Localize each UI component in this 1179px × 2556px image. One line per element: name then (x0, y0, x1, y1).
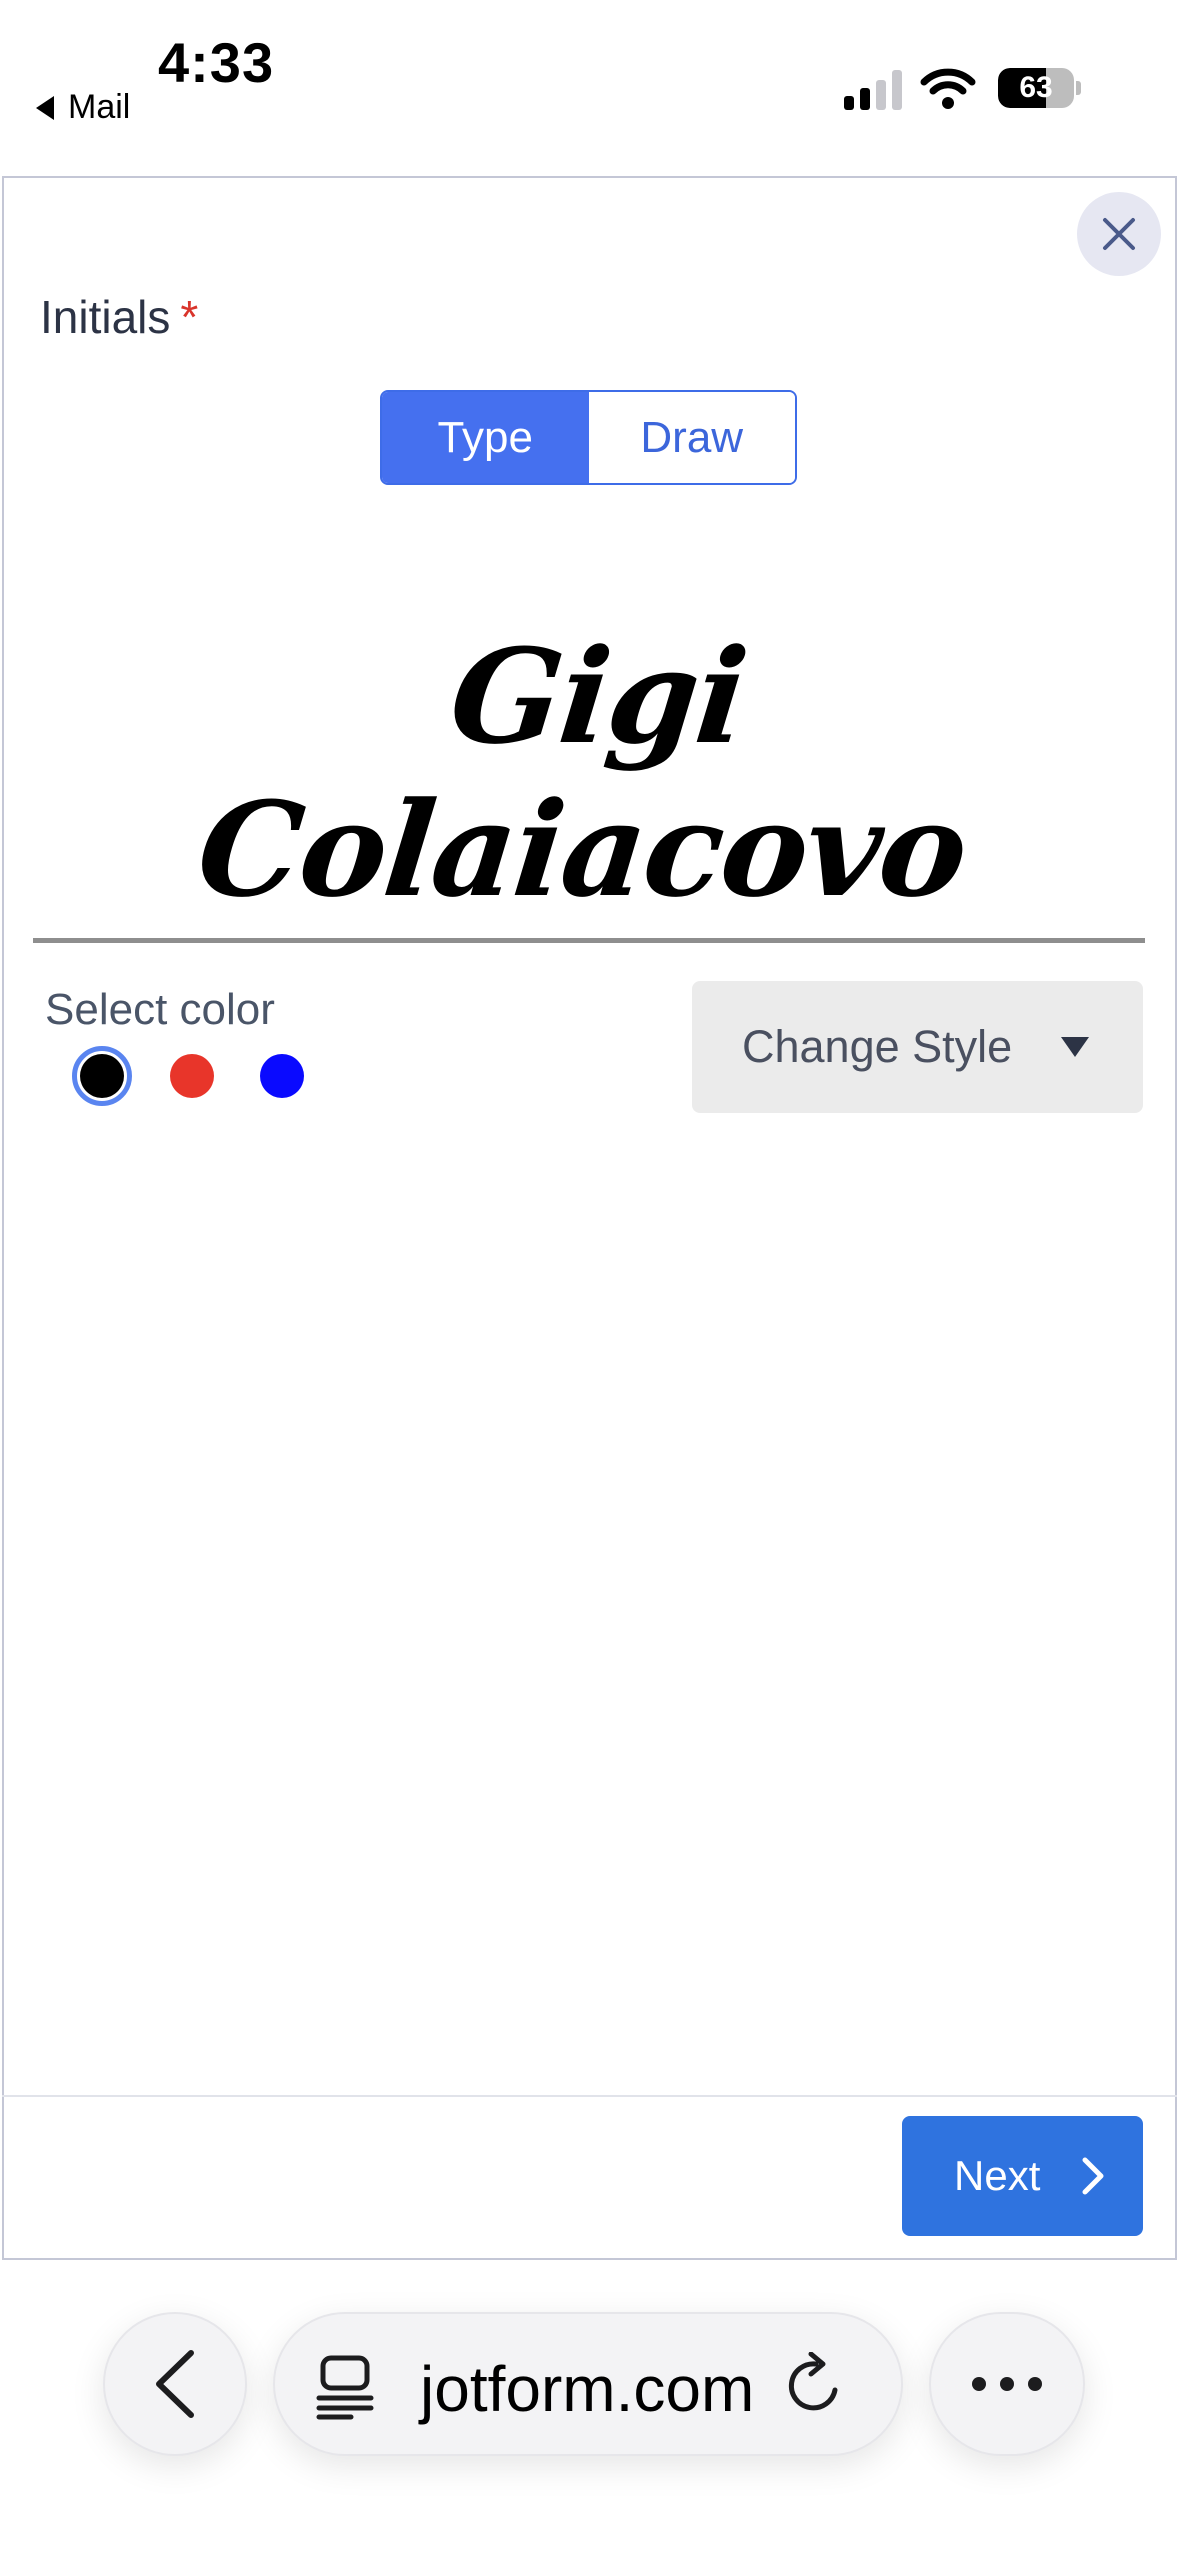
initials-modal (2, 176, 1177, 2260)
battery-percent: 63 (1019, 71, 1053, 104)
wifi-icon (920, 68, 976, 109)
signature-baseline (33, 938, 1145, 943)
screen: 4:33 Mail 63 Initials * Type Draw Gigi C… (0, 0, 1179, 2556)
input-mode-toggle: Type Draw (380, 390, 797, 485)
close-icon (1103, 218, 1135, 250)
footer-divider (2, 2095, 1177, 2097)
color-swatch-blue[interactable] (260, 1054, 304, 1098)
chevron-right-icon (1082, 2157, 1104, 2195)
select-color-label: Select color (45, 985, 275, 1034)
close-button[interactable] (1077, 192, 1161, 276)
next-button[interactable]: Next (902, 2116, 1143, 2236)
back-chevron-icon (156, 2350, 194, 2418)
url-text: jotform.com (420, 2353, 755, 2425)
more-icon (972, 2377, 1042, 2391)
color-swatch-black[interactable] (72, 1046, 132, 1106)
tab-type[interactable]: Type (382, 392, 589, 483)
tab-draw[interactable]: Draw (588, 392, 795, 483)
browser-back-button[interactable] (103, 2312, 247, 2456)
status-bar: 4:33 Mail 63 (0, 0, 1179, 175)
cellular-signal-icon (844, 68, 902, 110)
back-app-label: Mail (68, 88, 131, 126)
field-label-text: Initials (40, 291, 171, 343)
change-style-dropdown[interactable]: Change Style (692, 981, 1143, 1113)
color-swatch-red[interactable] (170, 1054, 214, 1098)
dropdown-caret-icon (1061, 1037, 1089, 1057)
tabs-icon (316, 2355, 374, 2420)
battery-icon: 63 (998, 68, 1081, 108)
signature-preview[interactable]: Gigi Colaiacovo (44, 620, 1136, 926)
more-button[interactable] (929, 2312, 1085, 2456)
required-marker: * (180, 291, 199, 343)
status-time: 4:33 (158, 31, 275, 94)
field-label: Initials * (40, 290, 198, 344)
address-bar[interactable]: jotform.com (273, 2312, 903, 2456)
reload-icon[interactable] (785, 2352, 847, 2418)
back-to-mail-link[interactable]: Mail (36, 88, 130, 127)
back-triangle-icon (36, 95, 54, 120)
next-label: Next (954, 2152, 1041, 2199)
browser-toolbar: jotform.com (0, 2262, 1179, 2556)
change-style-label: Change Style (742, 1021, 1013, 1072)
